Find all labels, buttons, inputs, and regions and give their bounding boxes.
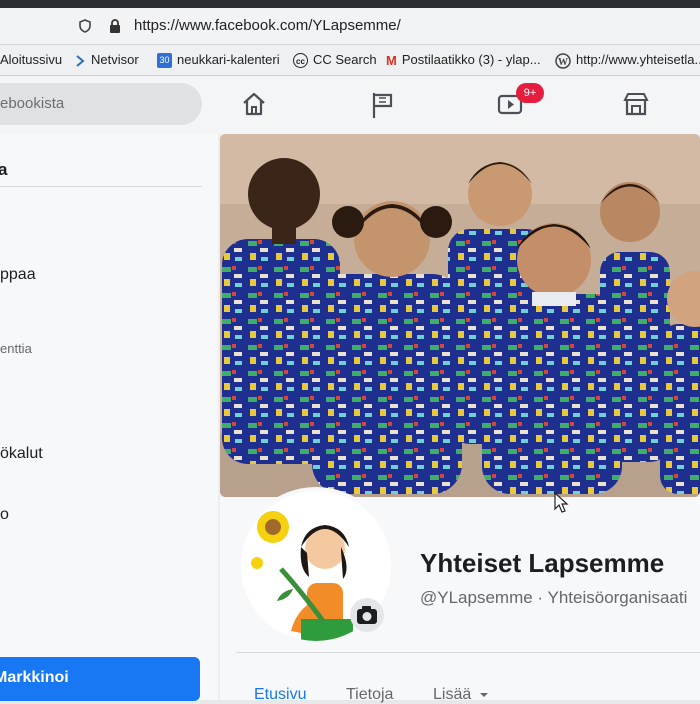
bookmark-postilaatikko[interactable]: M Postilaatikko (3) - ylap... (386, 52, 541, 68)
tab-etusivu[interactable]: Etusivu (254, 686, 306, 704)
browser-top-strip (0, 0, 700, 8)
change-photo-button[interactable] (350, 598, 384, 632)
left-sidebar: a ppaa enttia ökalut o (0, 134, 218, 700)
url-text[interactable]: https://www.facebook.com/YLapsemme/ (134, 17, 401, 34)
mouse-cursor-icon (554, 492, 569, 513)
page-handle: @YLapsemme · Yhteisöorganisaati (420, 588, 688, 607)
browser-address-bar[interactable]: https://www.facebook.com/YLapsemme/ (0, 8, 700, 45)
bookmark-yhteiset-lapsemme[interactable]: W http://www.yhteisetla... (555, 52, 700, 69)
tab-tietoja[interactable]: Tietoja (346, 686, 393, 704)
marketplace-icon[interactable] (622, 90, 650, 118)
flag-icon[interactable] (370, 90, 396, 120)
bookmark-neukkari-kalenteri[interactable]: 30 neukkari-kalenteri (157, 52, 280, 69)
video-notification-badge: 9+ (516, 83, 544, 103)
chevron-down-icon (479, 692, 488, 697)
bookmark-cc-search[interactable]: cc CC Search (293, 52, 377, 69)
cover-photo[interactable] (220, 134, 700, 497)
sidebar-item-4[interactable]: o (0, 506, 9, 524)
tabs-divider (236, 652, 700, 653)
sidebar-item-1[interactable]: ppaa (0, 266, 36, 284)
cover-children-photo (220, 134, 700, 497)
calendar-icon: 30 (157, 53, 172, 69)
home-icon[interactable] (240, 90, 268, 118)
sidebar-item-2[interactable]: enttia (0, 341, 32, 356)
creative-commons-icon: cc (293, 53, 308, 69)
sidebar-divider (0, 186, 202, 187)
lock-icon (110, 19, 120, 33)
svg-text:W: W (558, 57, 568, 68)
bookmark-aloitussivu[interactable]: Aloitussivu (0, 52, 62, 67)
bookmark-netvisor[interactable]: Netvisor (74, 52, 139, 68)
netvisor-icon (76, 54, 85, 67)
facebook-search-input[interactable]: ebookista (0, 83, 202, 125)
gmail-icon: M (386, 53, 397, 69)
shield-icon[interactable] (78, 19, 92, 33)
tab-lisaa[interactable]: Lisää (433, 686, 489, 704)
page-title: Yhteiset Lapsemme (420, 548, 665, 578)
sidebar-heading: a (0, 160, 8, 179)
facebook-top-nav: ebookista (0, 76, 700, 134)
search-placeholder: ebookista (0, 95, 65, 112)
bookmarks-bar: Aloitussivu Netvisor 30 neukkari-kalenter… (0, 45, 700, 76)
wordpress-icon: W (555, 52, 571, 69)
promote-button[interactable]: Markkinoi (0, 657, 200, 701)
camera-icon (357, 606, 377, 624)
sidebar-item-3[interactable]: ökalut (0, 445, 43, 463)
